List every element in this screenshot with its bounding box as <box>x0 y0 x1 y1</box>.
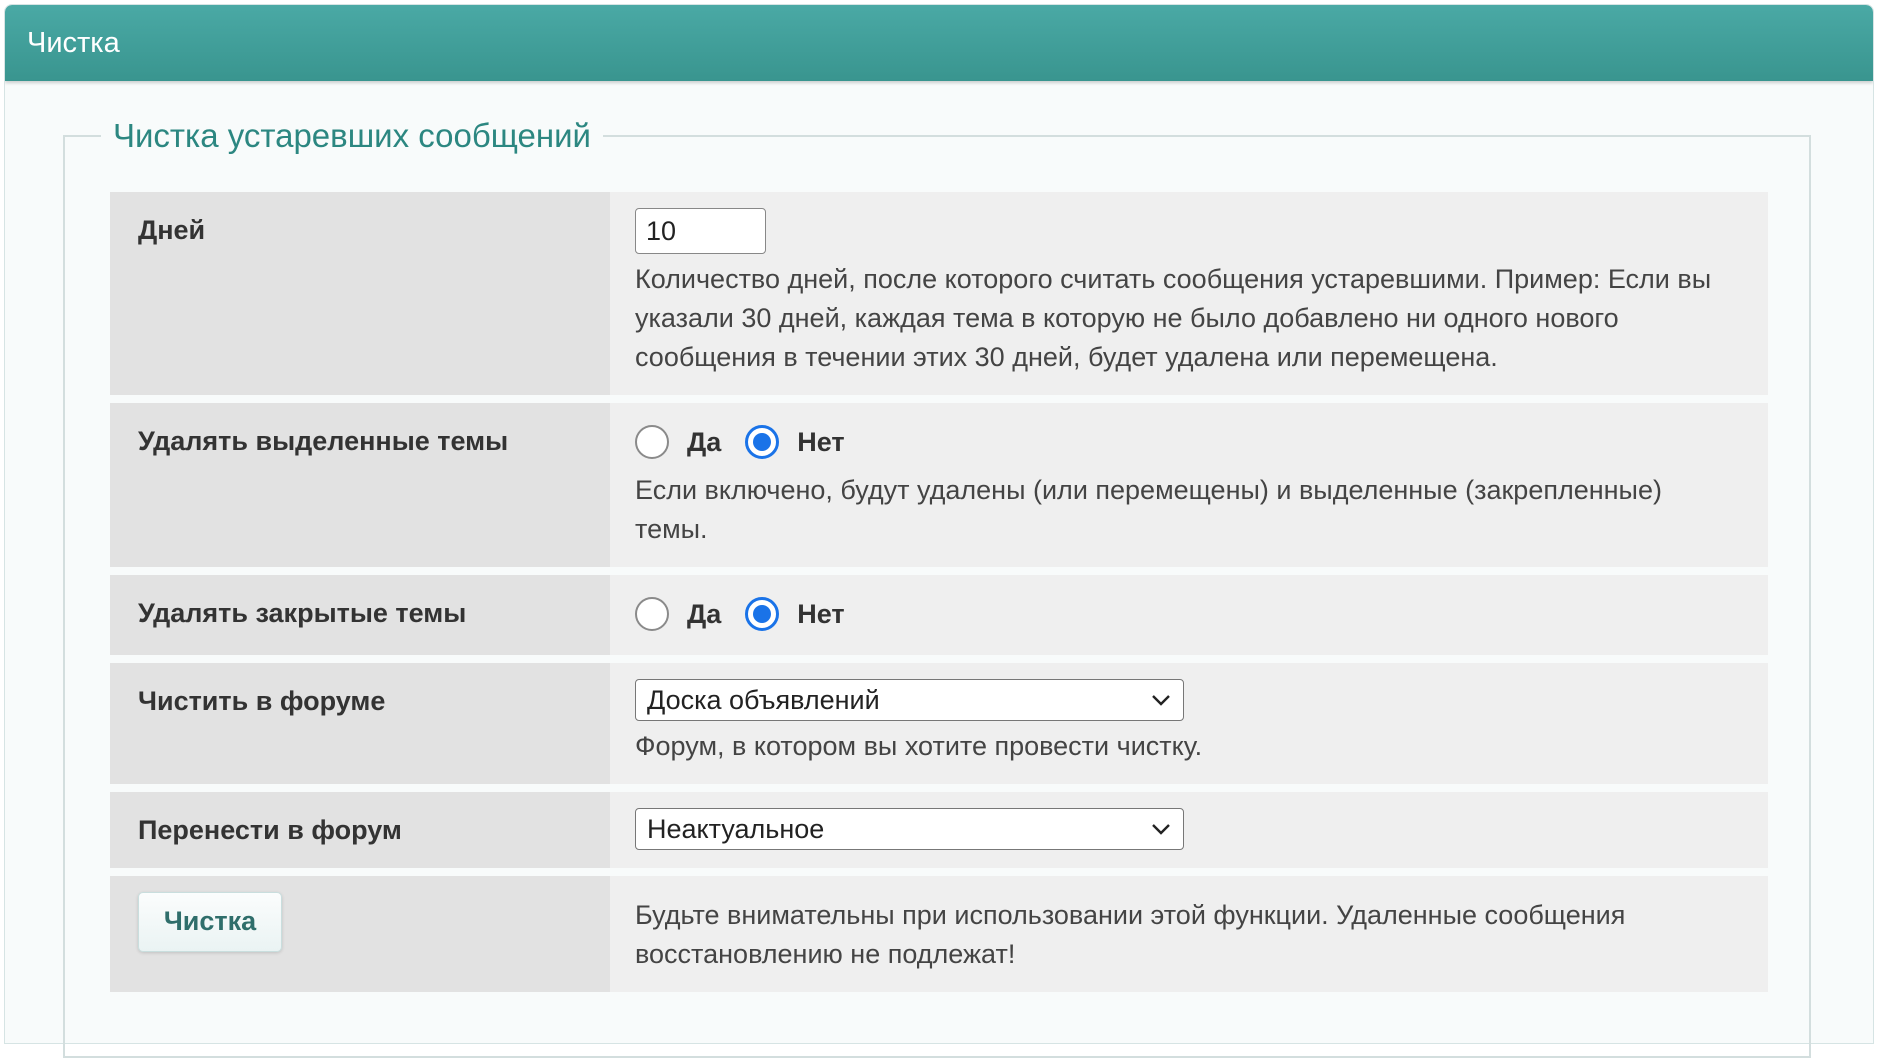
panel-title: Чистка <box>27 27 120 59</box>
days-value-cell: 10 Количество дней, после которого счита… <box>610 192 1768 395</box>
move-to-select[interactable]: Неактуальное <box>635 808 1184 850</box>
closed-value-cell: Да Нет <box>610 575 1768 655</box>
move-to-label: Перенести в форум <box>110 792 610 868</box>
forum-value-cell: Доска объявлений Форум, в котором вы хот… <box>610 663 1768 784</box>
panel-header: Чистка <box>5 5 1873 81</box>
forum-select-value: Доска объявлений <box>647 685 880 715</box>
days-input[interactable]: 10 <box>635 208 766 254</box>
warning-text: Будьте внимательны при использовании это… <box>635 900 1626 969</box>
settings-table: Дней 10 Количество дней, после которого … <box>110 192 1768 1000</box>
days-label: Дней <box>110 192 610 395</box>
warning-cell: Будьте внимательны при использовании это… <box>610 876 1768 992</box>
move-to-select-value: Неактуальное <box>647 814 825 844</box>
sticky-no-label[interactable]: Нет <box>797 423 844 462</box>
sticky-yes-label[interactable]: Да <box>687 423 721 462</box>
forum-description: Форум, в котором вы хотите провести чист… <box>635 731 1203 761</box>
forum-label: Чистить в форуме <box>110 663 610 784</box>
sticky-label: Удалять выделенные темы <box>110 403 610 567</box>
fieldset-legend: Чистка устаревших сообщений <box>113 117 591 154</box>
move-to-value-cell: Неактуальное <box>610 792 1768 868</box>
sticky-value-cell: Да Нет Если включено, будут удалены (или… <box>610 403 1768 567</box>
submit-cell: Чистка <box>110 876 610 992</box>
sticky-no-radio[interactable] <box>745 425 780 459</box>
sticky-row: Удалять выделенные темы Да Нет Если вклю… <box>110 403 1768 567</box>
chevron-down-icon <box>1152 824 1170 835</box>
closed-no-radio[interactable] <box>745 597 780 631</box>
closed-no-label[interactable]: Нет <box>797 595 844 634</box>
days-description: Количество дней, после которого считать … <box>635 264 1712 372</box>
prune-button[interactable]: Чистка <box>138 892 282 952</box>
closed-radio-group: Да Нет <box>635 591 1728 637</box>
sticky-description: Если включено, будут удалены (или переме… <box>635 475 1662 544</box>
forum-select[interactable]: Доска объявлений <box>635 679 1184 721</box>
move-to-row: Перенести в форум Неактуальное <box>110 792 1768 868</box>
forum-row: Чистить в форуме Доска объявлений Форум,… <box>110 663 1768 784</box>
sticky-radio-group: Да Нет <box>635 419 1728 465</box>
closed-yes-label[interactable]: Да <box>687 595 721 634</box>
closed-yes-radio[interactable] <box>635 597 669 631</box>
sticky-yes-radio[interactable] <box>635 425 669 459</box>
chevron-down-icon <box>1152 695 1170 706</box>
days-row: Дней 10 Количество дней, после которого … <box>110 192 1768 395</box>
closed-row: Удалять закрытые темы Да Нет <box>110 575 1768 655</box>
submit-row: Чистка Будьте внимательны при использова… <box>110 876 1768 992</box>
closed-label: Удалять закрытые темы <box>110 575 610 655</box>
